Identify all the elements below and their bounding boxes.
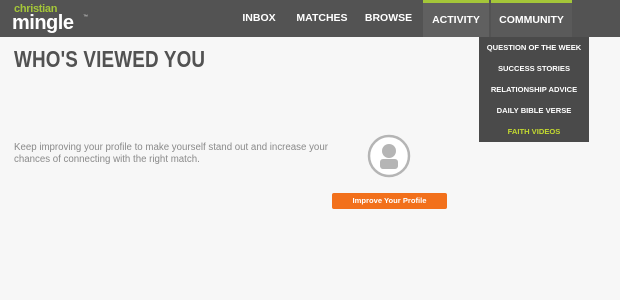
nav-browse[interactable]: BROWSE xyxy=(355,0,422,37)
top-navigation-bar: christian mingle ™ INBOX MATCHES BROWSE … xyxy=(0,0,620,37)
nav-inbox[interactable]: INBOX xyxy=(229,0,289,37)
logo-text-line2: mingle xyxy=(12,12,74,34)
improve-profile-message: Keep improving your profile to make your… xyxy=(14,142,328,165)
menu-item-faith-videos[interactable]: FAITH VIDEOS xyxy=(479,121,589,142)
improve-profile-button[interactable]: Improve Your Profile xyxy=(332,193,447,209)
community-dropdown-menu: QUESTION OF THE WEEK SUCCESS STORIES REL… xyxy=(479,37,589,142)
page-title: WHO'S VIEWED YOU xyxy=(14,46,206,72)
christian-mingle-logo[interactable]: christian mingle ™ xyxy=(12,3,92,35)
nav-matches[interactable]: MATCHES xyxy=(289,0,355,37)
menu-item-question-of-the-week[interactable]: QUESTION OF THE WEEK xyxy=(479,37,589,58)
menu-item-relationship-advice[interactable]: RELATIONSHIP ADVICE xyxy=(479,79,589,100)
nav-activity[interactable]: ACTIVITY xyxy=(423,0,489,37)
menu-item-success-stories[interactable]: SUCCESS STORIES xyxy=(479,58,589,79)
nav-community[interactable]: COMMUNITY xyxy=(491,0,572,37)
menu-item-daily-bible-verse[interactable]: DAILY BIBLE VERSE xyxy=(479,100,589,121)
trademark-mark: ™ xyxy=(83,14,88,20)
default-user-avatar-icon xyxy=(367,134,411,178)
